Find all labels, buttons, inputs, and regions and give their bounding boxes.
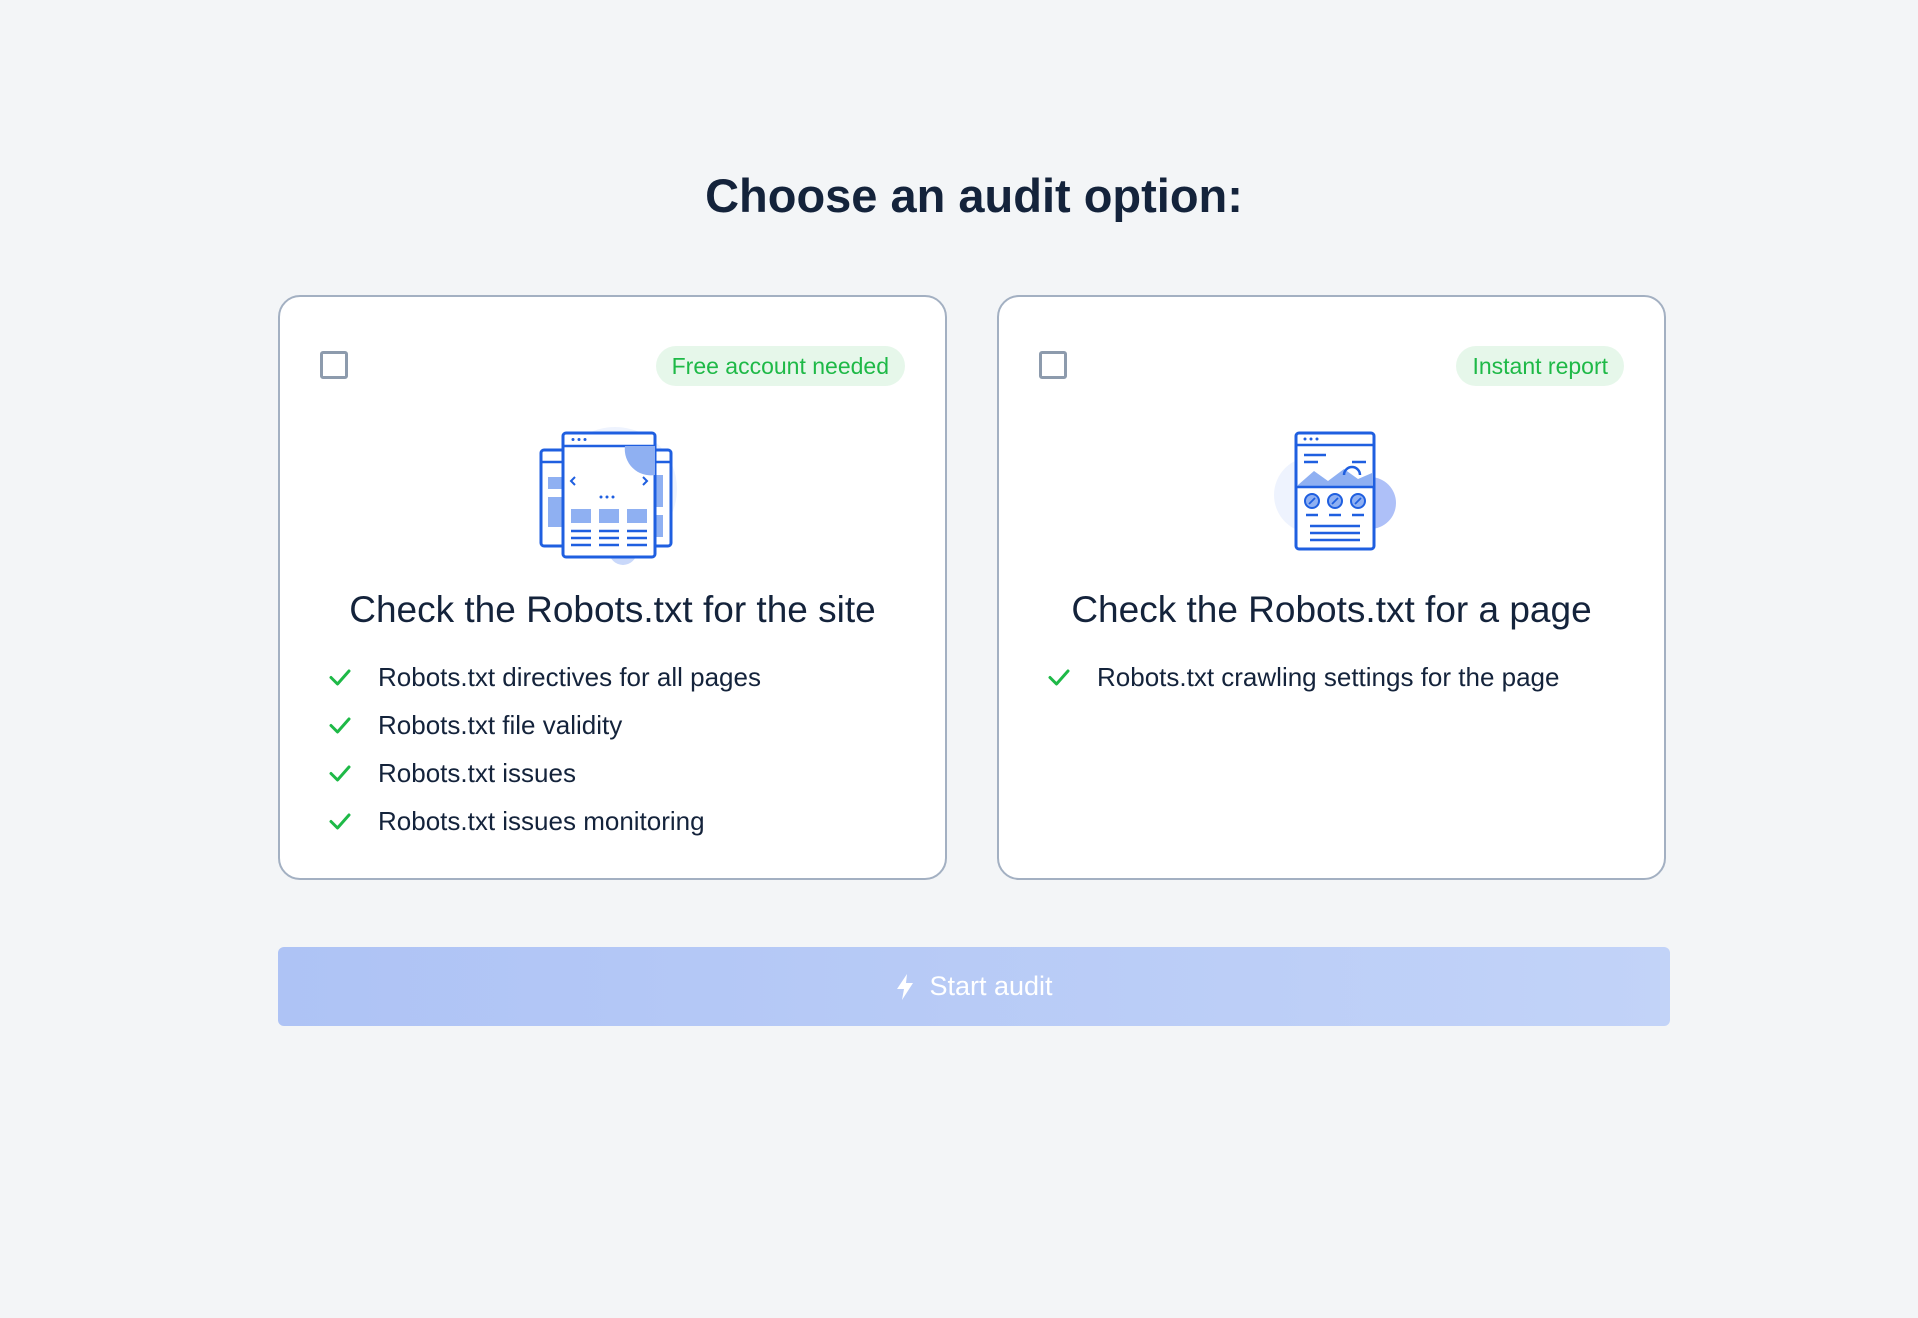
check-icon [329,717,351,734]
feature-item: Robots.txt issues monitoring [328,797,761,845]
feature-label: Robots.txt crawling settings for the pag… [1097,661,1560,692]
single-page-browser-illustration [1273,431,1396,551]
feature-label: Robots.txt directives for all pages [378,661,761,692]
lightning-bolt-icon [897,973,914,1000]
feature-item: Robots.txt crawling settings for the pag… [1047,653,1559,701]
start-audit-label: Start audit [929,971,1053,1001]
start-audit-button[interactable]: Start audit [278,947,1670,1026]
free-account-badge: Free account needed [655,346,905,386]
page-title: Choose an audit option: [705,169,1243,222]
check-icon [1048,669,1070,686]
audit-option-page-checkbox[interactable] [1039,351,1067,379]
audit-option-page-features: Robots.txt crawling settings for the pag… [1047,653,1559,701]
feature-item: Robots.txt issues [328,749,761,797]
multi-page-browser-illustration [539,427,677,565]
feature-item: Robots.txt directives for all pages [328,653,761,701]
check-icon [329,813,351,830]
audit-option-site-checkbox[interactable] [320,351,348,379]
audit-option-page-title: Check the Robots.txt for a page [1071,589,1592,630]
audit-option-site-features: Robots.txt directives for all pages Robo… [328,653,761,845]
instant-report-badge: Instant report [1456,346,1624,386]
audit-option-site-card[interactable]: Free account needed Check the Robots.txt… [278,295,947,880]
feature-label: Robots.txt file validity [378,709,623,740]
feature-label: Robots.txt issues [378,757,576,788]
audit-option-page-card[interactable]: Instant report Check the Robots.txt for … [997,295,1666,880]
audit-options: Free account needed Check the Robots.txt… [278,295,1670,880]
feature-item: Robots.txt file validity [328,701,761,749]
check-icon [329,765,351,782]
feature-label: Robots.txt issues monitoring [378,805,705,836]
check-icon [329,669,351,686]
audit-option-site-title: Check the Robots.txt for the site [349,589,876,630]
